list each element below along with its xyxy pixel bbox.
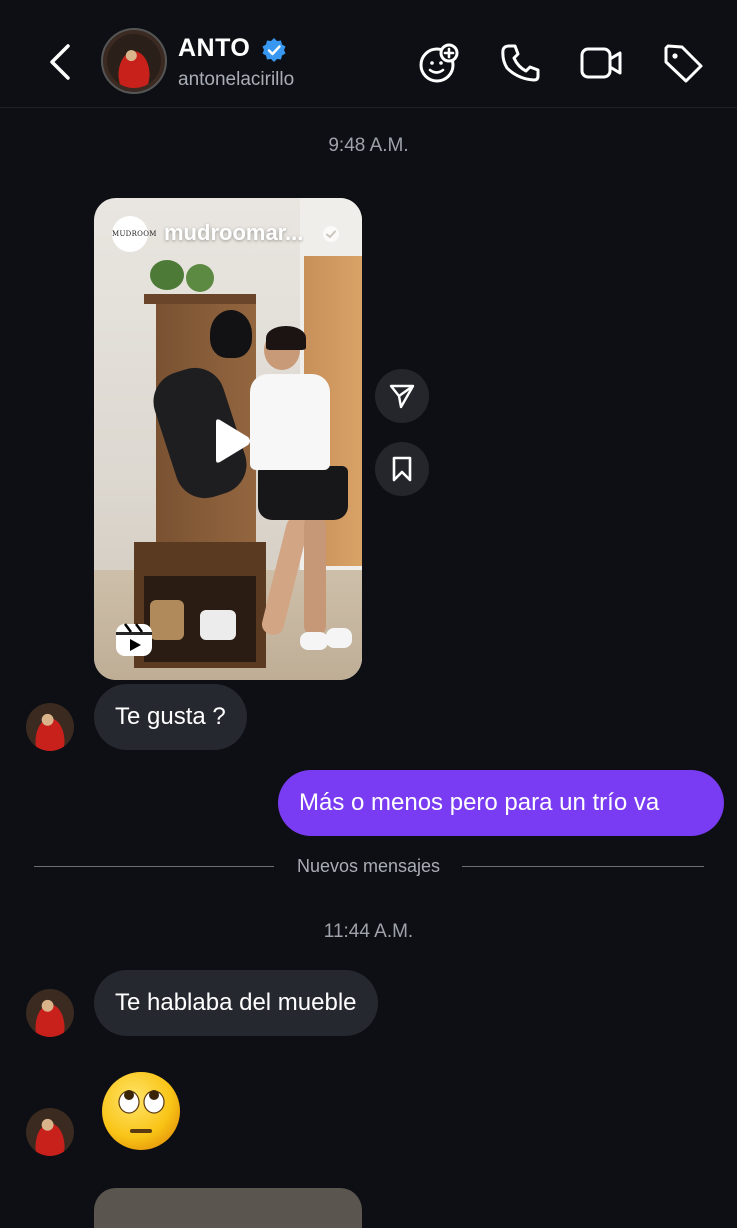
- phone-icon[interactable]: [498, 40, 544, 86]
- tag-icon[interactable]: [660, 40, 706, 86]
- video-icon[interactable]: [578, 40, 624, 86]
- incoming-message[interactable]: Te gusta ?: [94, 684, 247, 750]
- share-button[interactable]: [375, 369, 429, 423]
- contact-avatar[interactable]: [101, 28, 167, 94]
- contact-name[interactable]: ANTO: [178, 34, 250, 63]
- divider-line-right: [462, 866, 704, 867]
- contact-avatar-small[interactable]: [26, 989, 74, 1037]
- contact-username[interactable]: antonelacirillo: [178, 69, 294, 91]
- contact-avatar-small[interactable]: [26, 1108, 74, 1156]
- outgoing-message[interactable]: Más o menos pero para un trío va: [278, 770, 724, 836]
- save-button[interactable]: [375, 442, 429, 496]
- reel-account-logo[interactable]: MUDROOM: [112, 216, 156, 252]
- timestamp: 9:48 A.M.: [328, 135, 409, 156]
- timestamp: 11:44 A.M.: [323, 921, 414, 942]
- next-shared-media[interactable]: [94, 1188, 362, 1228]
- back-icon[interactable]: [40, 40, 80, 84]
- bookmark-icon: [392, 456, 412, 482]
- reel-account-name[interactable]: mudroomar...: [164, 220, 303, 246]
- contact-avatar-small[interactable]: [26, 703, 74, 751]
- effects-icon[interactable]: [416, 40, 462, 86]
- shared-reel[interactable]: MUDROOM mudroomar...: [94, 198, 362, 680]
- eye-roll-emoji[interactable]: 🙄: [100, 1070, 182, 1152]
- chat-header: ANTO antonelacirillo: [0, 0, 737, 108]
- verified-icon: [323, 226, 339, 242]
- incoming-message[interactable]: Te hablaba del mueble: [94, 970, 378, 1036]
- share-icon: [389, 384, 415, 409]
- play-icon[interactable]: [204, 416, 254, 466]
- reels-icon: [116, 623, 152, 656]
- verified-icon: [262, 38, 286, 62]
